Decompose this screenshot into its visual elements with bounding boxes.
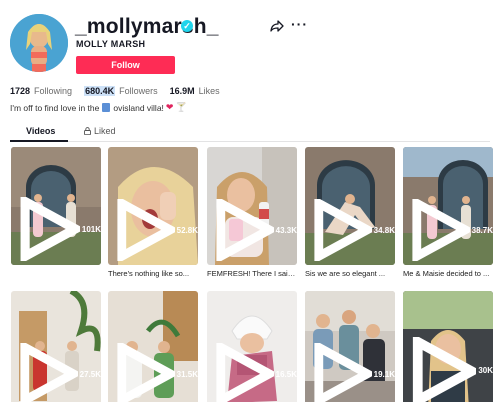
view-count: 34.8K: [310, 199, 395, 261]
play-icon: [412, 336, 477, 402]
video-card[interactable]: 16.5K: [207, 291, 297, 402]
view-count-label: 43.3K: [275, 225, 297, 235]
video-thumbnail[interactable]: 101K: [11, 147, 101, 265]
view-count: 31.5K: [113, 343, 198, 402]
video-card[interactable]: 34.8K Sis we are so elegant ...: [305, 147, 395, 279]
play-icon: [216, 343, 274, 402]
video-card[interactable]: 30K: [403, 291, 493, 402]
video-thumbnail[interactable]: 31.5K: [108, 291, 198, 402]
video-caption: FEMFRESH! There I said...: [207, 269, 297, 278]
video-thumbnail[interactable]: 30K: [403, 291, 493, 402]
video-card[interactable]: 19.1K: [305, 291, 395, 402]
play-icon: [20, 197, 80, 261]
view-count-label: 31.5K: [176, 369, 198, 379]
view-count: 101K: [16, 197, 101, 261]
video-caption: Sis we are so elegant ...: [305, 269, 386, 278]
video-card[interactable]: 101K: [11, 147, 101, 279]
share-icon[interactable]: [270, 20, 284, 32]
verified-icon: ✓: [181, 20, 193, 32]
view-count: 16.5K: [212, 343, 297, 402]
video-card[interactable]: 52.8K There's nothing like so...: [108, 147, 198, 279]
view-count-label: 27.5K: [79, 369, 101, 379]
follow-button[interactable]: Follow: [76, 56, 175, 74]
lock-icon: [84, 127, 91, 135]
active-tab-indicator: [10, 140, 68, 142]
cocktail-emoji-icon: 🍸: [175, 102, 187, 112]
profile-nickname: MOLLY MARSH: [76, 39, 146, 49]
profile-username: _mollymarsh_: [75, 15, 219, 38]
view-count-label: 34.8K: [373, 225, 395, 235]
following-label[interactable]: Following: [34, 86, 72, 96]
video-card[interactable]: 43.3K FEMFRESH! There I said...: [207, 147, 297, 279]
view-count-label: 38.7K: [471, 225, 493, 235]
video-thumbnail[interactable]: 16.5K: [207, 291, 297, 402]
view-count: 43.3K: [212, 199, 297, 261]
followers-label[interactable]: Followers: [119, 86, 158, 96]
profile-stats: 1728 Following 680.4K Followers 16.9M Li…: [10, 86, 228, 96]
bio-text-end: ovisland villa!: [113, 102, 164, 113]
more-icon[interactable]: ···: [291, 17, 308, 31]
video-caption: [11, 269, 101, 279]
likes-label: Likes: [198, 86, 220, 96]
video-card[interactable]: 31.5K: [108, 291, 198, 402]
view-count-label: 52.8K: [176, 225, 198, 235]
likes-count: 16.9M: [169, 86, 195, 96]
tab-liked-label: Liked: [94, 126, 116, 136]
play-icon: [20, 343, 78, 402]
view-count-label: 30K: [478, 366, 493, 376]
play-icon: [314, 199, 372, 261]
bio-text-start: I'm off to find love in the: [10, 102, 100, 113]
play-icon: [216, 199, 274, 261]
play-icon: [412, 199, 470, 261]
view-count-label: 16.5K: [275, 369, 297, 379]
tab-videos[interactable]: Videos: [26, 126, 55, 136]
profile-tabs: Videos Liked: [10, 124, 490, 142]
heart-emoji-icon: ❤: [165, 102, 174, 112]
island-emoji-icon: [102, 103, 111, 112]
tab-videos-label: Videos: [26, 126, 56, 136]
video-thumbnail[interactable]: 52.8K: [108, 147, 198, 265]
view-count: 19.1K: [310, 343, 395, 402]
video-card[interactable]: 27.5K: [11, 291, 101, 402]
view-count: 30K: [408, 336, 493, 402]
video-thumbnail[interactable]: 43.3K: [207, 147, 297, 265]
view-count: 27.5K: [16, 343, 101, 402]
view-count-label: 19.1K: [373, 369, 395, 379]
video-thumbnail[interactable]: 38.7K: [403, 147, 493, 265]
followers-count: 680.4K: [84, 86, 116, 96]
video-caption: There's nothing like so...: [108, 269, 190, 278]
view-count: 52.8K: [113, 199, 198, 261]
video-thumbnail[interactable]: 19.1K: [305, 291, 395, 402]
play-icon: [117, 199, 175, 261]
play-icon: [117, 343, 175, 402]
avatar[interactable]: [10, 14, 68, 72]
view-count: 38.7K: [408, 199, 493, 261]
video-caption: Me & Maisie decided to ...: [403, 269, 490, 278]
tab-liked[interactable]: Liked: [84, 126, 116, 136]
following-count: 1728: [10, 86, 31, 96]
play-icon: [314, 343, 372, 402]
profile-bio: I'm off to find love in the ovisland vil…: [10, 102, 187, 113]
view-count-label: 101K: [81, 224, 101, 234]
video-thumbnail[interactable]: 34.8K: [305, 147, 395, 265]
video-thumbnail[interactable]: 27.5K: [11, 291, 101, 402]
video-card[interactable]: 38.7K Me & Maisie decided to ...: [403, 147, 493, 279]
